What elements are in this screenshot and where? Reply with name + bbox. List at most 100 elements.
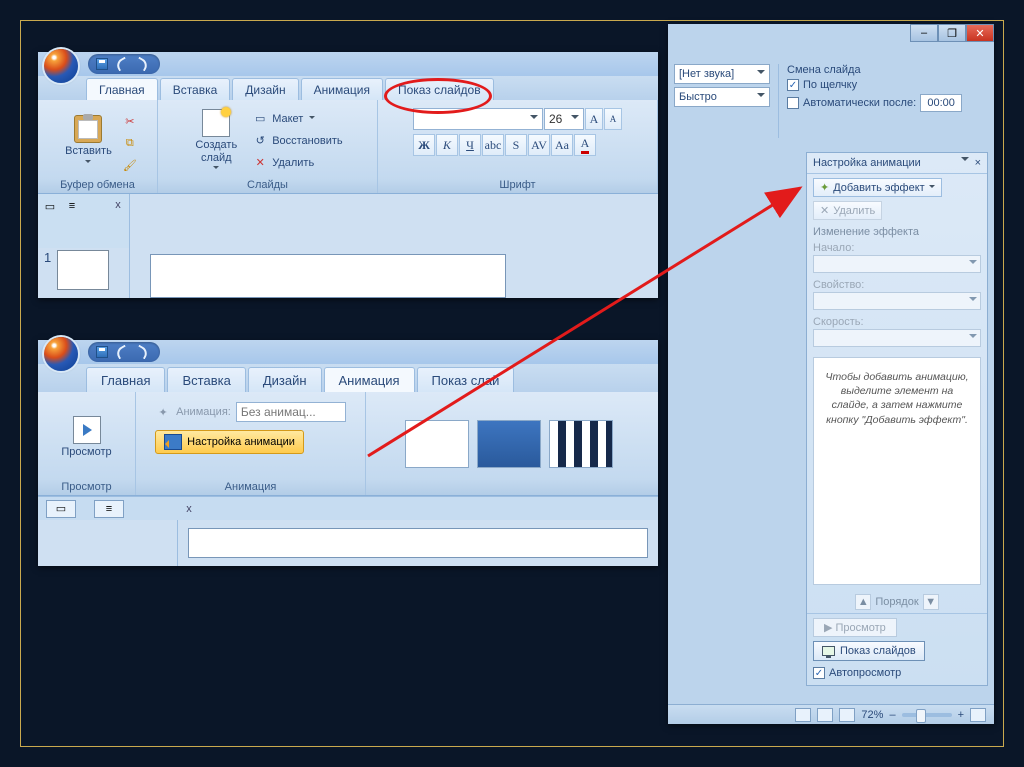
font-name-combo[interactable] <box>413 108 543 130</box>
minimize-button[interactable]: – <box>910 24 938 42</box>
font-size-combo[interactable]: 26 <box>544 108 584 130</box>
delete-button[interactable]: ✕ Удалить <box>247 153 347 173</box>
taskpane-close-button[interactable]: × <box>975 157 981 169</box>
slide-canvas[interactable] <box>188 528 648 558</box>
remove-icon: ✕ <box>820 204 829 217</box>
transition-speed-combo[interactable]: Быстро <box>674 87 770 107</box>
close-window-button[interactable]: ✕ <box>966 24 994 42</box>
save-button[interactable] <box>94 344 110 360</box>
workspace-strip <box>38 520 658 566</box>
new-slide-button[interactable]: Создать слайд <box>187 105 245 175</box>
autopreview-checkbox[interactable]: Автопросмотр <box>813 665 981 681</box>
transition-sound-combo[interactable]: [Нет звука] <box>674 64 770 84</box>
underline-button[interactable]: Ч <box>459 134 481 156</box>
char-spacing-button[interactable]: AV <box>528 134 550 156</box>
tab-slideshow[interactable]: Показ слайдов <box>385 78 494 100</box>
custom-animation-button[interactable]: Настройка анимации <box>155 430 304 454</box>
copy-button[interactable]: ⧉ <box>122 136 138 152</box>
start-combo <box>813 255 981 273</box>
undo-button[interactable] <box>114 344 130 360</box>
redo-button[interactable] <box>134 344 150 360</box>
slide-thumbnail[interactable] <box>57 250 109 290</box>
advance-auto-checkbox[interactable]: Автоматически после:00:00 <box>787 94 988 112</box>
modify-effect-title: Изменение эффекта <box>807 220 987 240</box>
tab-home[interactable]: Главная <box>86 367 165 392</box>
custom-animation-taskpane: Настройка анимации × ✦ Добавить эффект ✕… <box>806 152 988 686</box>
bold-button[interactable]: Ж <box>413 134 435 156</box>
group-slides: Создать слайд ▭ Макет ↺ Восстановить ✕ <box>158 100 378 193</box>
close-pane-button[interactable]: x <box>111 198 125 212</box>
add-effect-label: Добавить эффект <box>833 182 924 194</box>
advance-on-click-checkbox[interactable]: По щелчку <box>787 79 988 91</box>
slide-canvas[interactable] <box>150 254 506 298</box>
animate-value: Без анимац... <box>241 405 316 419</box>
tab-design[interactable]: Дизайн <box>248 367 322 392</box>
tab-slideshow[interactable]: Показ слай <box>417 367 515 392</box>
close-pane-button[interactable]: x <box>182 502 196 516</box>
slideshow-button[interactable]: Показ слайдов <box>813 641 925 661</box>
preview-button[interactable]: Просмотр <box>53 412 119 462</box>
save-button[interactable] <box>94 56 110 72</box>
strike-button[interactable]: abc <box>482 134 504 156</box>
taskpane-menu-icon[interactable] <box>961 157 969 165</box>
monitor-icon <box>822 646 835 656</box>
zoom-out-button[interactable]: – <box>889 709 895 721</box>
shadow-button[interactable]: S <box>505 134 527 156</box>
slides-pane-header: ▭ ≡ x <box>38 496 658 520</box>
animate-icon: ✦ <box>155 404 171 420</box>
taskpane-title: Настройка анимации <box>813 157 921 169</box>
zoom-value: 72% <box>861 709 883 721</box>
layout-label: Макет <box>272 113 303 125</box>
slideshow-view-button[interactable] <box>839 708 855 722</box>
slides-tab-icon[interactable]: ▭ <box>42 198 58 214</box>
fit-to-window-button[interactable] <box>970 708 986 722</box>
tab-animation[interactable]: Анимация <box>301 78 383 100</box>
paste-button[interactable]: Вставить <box>57 111 120 169</box>
advance-auto-time[interactable]: 00:00 <box>920 94 962 112</box>
transition-fade[interactable] <box>477 420 541 468</box>
preview-icon <box>73 416 101 444</box>
font-color-button[interactable]: A <box>574 134 596 156</box>
transition-none[interactable] <box>405 420 469 468</box>
chevron-down-icon <box>571 115 579 123</box>
window-controls: – ❐ ✕ <box>910 24 994 42</box>
status-bar: 72% – + <box>668 704 994 724</box>
format-painter-button[interactable]: 🖌 <box>122 158 138 174</box>
group-preview: Просмотр Просмотр <box>38 392 136 495</box>
grow-font-button[interactable]: A <box>585 108 603 130</box>
slides-tab-icon[interactable]: ▭ <box>46 500 76 518</box>
redo-icon <box>134 345 149 360</box>
outline-tab-icon[interactable]: ≡ <box>64 198 80 214</box>
tab-insert[interactable]: Вставка <box>160 78 231 100</box>
sorter-view-button[interactable] <box>817 708 833 722</box>
add-effect-button[interactable]: ✦ Добавить эффект <box>813 178 942 197</box>
titlebar <box>38 52 658 76</box>
office-orb-button[interactable] <box>44 337 78 371</box>
group-font: 26 A A Ж К Ч abc S AV Aa A Шрифт <box>378 100 658 193</box>
normal-view-button[interactable] <box>795 708 811 722</box>
maximize-button[interactable]: ❐ <box>938 24 966 42</box>
save-icon <box>96 346 108 358</box>
undo-button[interactable] <box>114 56 130 72</box>
layout-button[interactable]: ▭ Макет <box>247 109 347 129</box>
property-label: Свойство: <box>807 277 987 291</box>
change-case-button[interactable]: Aa <box>551 134 573 156</box>
cut-button[interactable]: ✂ <box>122 114 138 130</box>
tab-insert[interactable]: Вставка <box>167 367 245 392</box>
group-clipboard: Вставить ✂ ⧉ 🖌 Буфер обмена <box>38 100 158 193</box>
outline-tab-icon[interactable]: ≡ <box>94 500 124 518</box>
tab-home[interactable]: Главная <box>86 78 158 100</box>
shrink-font-button[interactable]: A <box>604 108 622 130</box>
font-size-value: 26 <box>549 112 562 126</box>
paste-label: Вставить <box>65 145 112 157</box>
transition-blinds[interactable] <box>549 420 613 468</box>
zoom-in-button[interactable]: + <box>958 709 964 721</box>
italic-button[interactable]: К <box>436 134 458 156</box>
zoom-slider[interactable] <box>902 713 952 717</box>
office-orb-button[interactable] <box>44 49 78 83</box>
redo-button[interactable] <box>134 56 150 72</box>
animate-combo[interactable]: Без анимац... <box>236 402 346 422</box>
reset-button[interactable]: ↺ Восстановить <box>247 131 347 151</box>
tab-design[interactable]: Дизайн <box>232 78 298 100</box>
tab-animation[interactable]: Анимация <box>324 367 415 392</box>
